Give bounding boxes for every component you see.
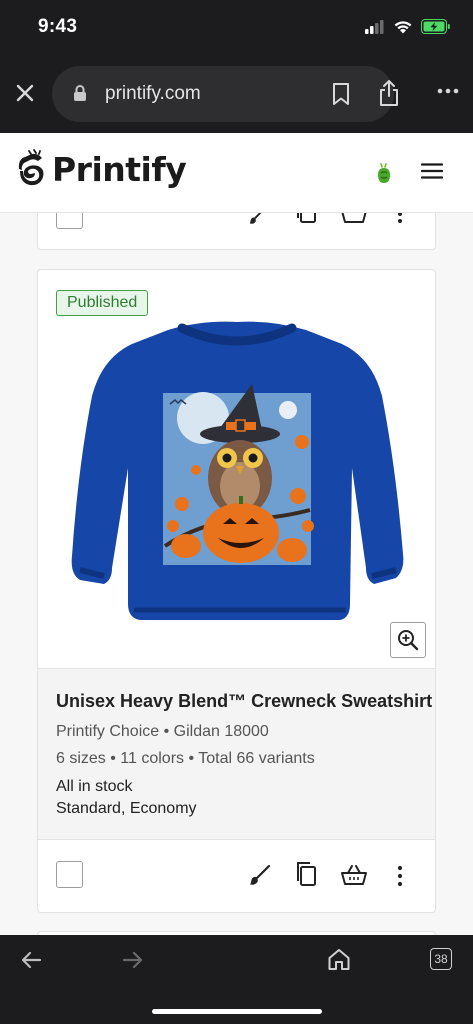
brush-icon[interactable] <box>248 863 272 887</box>
copy-icon[interactable] <box>295 213 317 224</box>
product-card-previous <box>37 213 436 250</box>
address-bar[interactable]: printify.com <box>52 66 398 122</box>
logo-text: Printify <box>52 149 187 189</box>
basket-icon[interactable] <box>340 864 368 886</box>
card-actions <box>38 842 435 912</box>
home-icon[interactable] <box>327 947 351 971</box>
lock-icon <box>74 85 86 101</box>
home-indicator[interactable] <box>152 1009 322 1014</box>
basket-icon[interactable] <box>340 213 368 224</box>
kebab-icon[interactable] <box>397 865 403 887</box>
zoom-button[interactable] <box>390 622 426 658</box>
tabs-icon[interactable]: 38 <box>430 948 452 970</box>
browser-toolbar: printify.com <box>0 58 473 133</box>
share-icon[interactable] <box>378 79 400 107</box>
status-time: 9:43 <box>38 16 78 37</box>
notification-icon[interactable] <box>376 163 392 185</box>
product-list[interactable]: Published Unisex Heavy Blend™ Crewneck S… <box>0 213 473 935</box>
stock-status: All in stock <box>56 778 133 795</box>
printify-logo[interactable]: Printify <box>16 149 187 189</box>
browser-bottom-toolbar: 38 <box>0 935 473 1024</box>
provider-line: Printify Choice • Gildan 18000 <box>56 723 269 740</box>
wifi-icon <box>394 20 412 33</box>
url-text: printify.com <box>105 83 201 104</box>
product-info: Unisex Heavy Blend™ Crewneck Sweatshirt … <box>38 668 435 840</box>
product-image[interactable] <box>70 318 405 628</box>
printify-logo-icon <box>18 149 44 186</box>
product-title[interactable]: Unisex Heavy Blend™ Crewneck Sweatshirt <box>56 691 432 712</box>
status-bar: 9:43 <box>0 0 473 58</box>
status-icons <box>365 19 451 34</box>
menu-icon[interactable] <box>421 163 443 179</box>
select-checkbox[interactable] <box>56 861 83 888</box>
close-icon[interactable] <box>12 80 38 106</box>
back-icon[interactable] <box>20 950 42 970</box>
brush-icon[interactable] <box>248 213 268 226</box>
shipping-methods: Standard, Economy <box>56 800 197 817</box>
copy-icon[interactable] <box>295 861 317 887</box>
forward-icon[interactable] <box>122 950 144 970</box>
app-header: Printify <box>0 133 473 213</box>
variants-line: 6 sizes • 11 colors • Total 66 variants <box>56 750 315 767</box>
status-badge: Published <box>56 290 149 316</box>
bookmark-icon[interactable] <box>330 82 352 106</box>
zoom-in-icon <box>398 630 419 651</box>
select-checkbox[interactable] <box>56 213 83 229</box>
kebab-icon[interactable] <box>397 213 403 224</box>
battery-icon <box>421 19 450 34</box>
more-icon[interactable] <box>437 88 459 94</box>
product-card[interactable]: Published Unisex Heavy Blend™ Crewneck S… <box>37 269 436 913</box>
signal-icon <box>365 19 384 34</box>
